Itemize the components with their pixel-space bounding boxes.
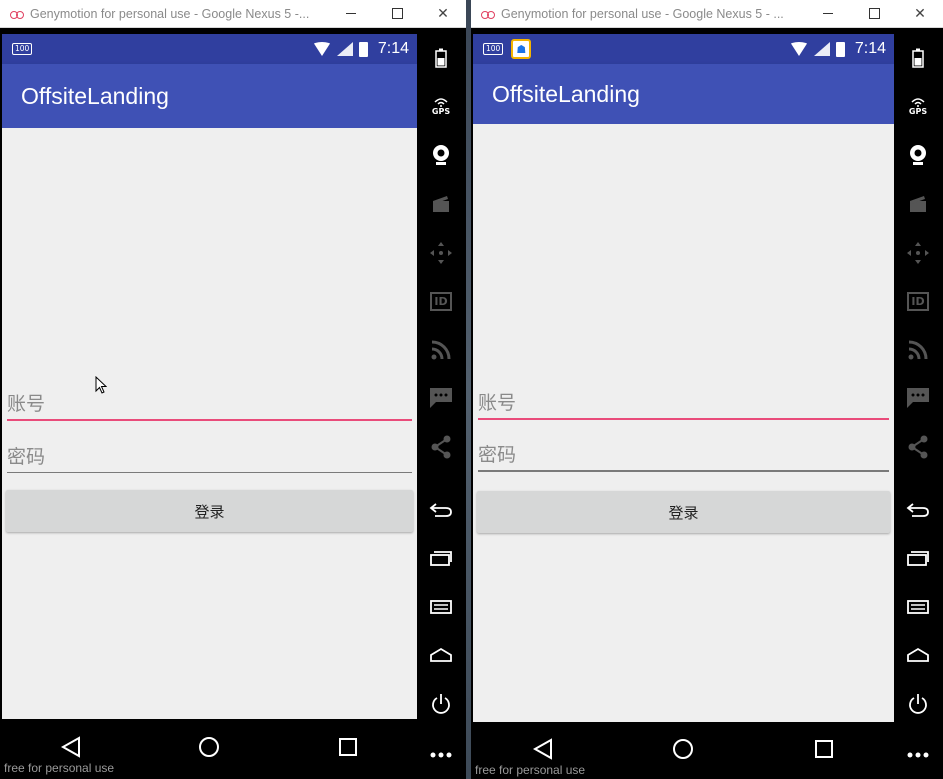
status-time: 7:14 — [854, 40, 886, 57]
home-icon[interactable] — [894, 631, 942, 680]
id-label: ID — [907, 291, 929, 311]
gps-icon[interactable]: GPS — [894, 83, 942, 132]
app-notification-icon: ☗ — [511, 39, 532, 59]
power-icon[interactable] — [894, 680, 942, 729]
battery-percent-badge: 100 — [483, 43, 504, 55]
password-field — [478, 432, 889, 472]
nav-back-icon[interactable] — [532, 737, 554, 765]
close-button[interactable]: ✕ — [420, 0, 466, 28]
password-input[interactable] — [7, 433, 412, 472]
login-content: 登录 — [473, 124, 894, 722]
phone-screen: 100 ☗ 7:14 OffsiteLanding 登录 — [473, 34, 894, 779]
signal-icon — [336, 42, 353, 56]
gps-label: GPS — [431, 106, 451, 116]
genymotion-logo-icon — [10, 9, 24, 19]
battery-tool-icon[interactable] — [417, 34, 465, 83]
maximize-button[interactable] — [374, 0, 420, 28]
screencast-icon[interactable] — [417, 180, 465, 229]
battery-icon — [835, 41, 845, 57]
nav-back-icon[interactable] — [60, 735, 82, 763]
wifi-icon — [789, 42, 808, 56]
window-title: Genymotion for personal use - Google Nex… — [30, 6, 310, 21]
back-icon[interactable] — [417, 485, 465, 534]
sms-icon[interactable] — [894, 374, 942, 423]
login-button[interactable]: 登录 — [477, 491, 890, 533]
back-icon[interactable] — [894, 485, 942, 534]
window-title: Genymotion for personal use - Google Nex… — [501, 6, 784, 21]
menu-icon[interactable] — [894, 583, 942, 632]
app-title: OffsiteLanding — [492, 80, 640, 107]
account-input[interactable] — [478, 380, 889, 418]
maximize-button[interactable] — [851, 0, 897, 28]
close-button[interactable]: ✕ — [897, 0, 943, 28]
account-input[interactable] — [7, 381, 412, 419]
recent-apps-icon[interactable] — [417, 534, 465, 583]
app-bar: OffsiteLanding — [2, 64, 417, 128]
battery-tool-icon[interactable] — [894, 34, 942, 83]
account-field — [478, 380, 889, 420]
watermark-text: free for personal use — [475, 763, 586, 777]
wifi-icon — [312, 42, 331, 56]
move-icon[interactable] — [894, 228, 942, 277]
account-field — [7, 381, 412, 421]
watermark-text: free for personal use — [4, 761, 115, 775]
rss-icon[interactable] — [417, 326, 465, 375]
id-label: ID — [430, 291, 452, 311]
menu-icon[interactable] — [417, 583, 465, 632]
password-field — [7, 433, 412, 473]
move-icon[interactable] — [417, 228, 465, 277]
login-content: 登录 — [2, 128, 417, 719]
gps-icon[interactable]: GPS — [417, 83, 465, 132]
nav-home-icon[interactable] — [197, 735, 221, 763]
minimize-button[interactable] — [805, 0, 851, 28]
status-time: 7:14 — [377, 40, 409, 57]
share-icon[interactable] — [417, 423, 465, 472]
nav-recents-icon[interactable] — [337, 736, 359, 762]
window-titlebar[interactable]: Genymotion for personal use - Google Nex… — [0, 0, 466, 28]
battery-percent-badge: 100 — [12, 43, 33, 55]
screencast-icon[interactable] — [894, 180, 942, 229]
power-icon[interactable] — [417, 680, 465, 729]
webcam-icon[interactable] — [894, 131, 942, 180]
emulator-sidebar: GPS ID — [894, 34, 942, 779]
emulator-window-left: Genymotion for personal use - Google Nex… — [0, 0, 466, 779]
rss-icon[interactable] — [894, 326, 942, 375]
more-icon[interactable] — [417, 730, 465, 779]
more-icon[interactable] — [894, 730, 942, 779]
home-icon[interactable] — [417, 631, 465, 680]
app-title: OffsiteLanding — [21, 82, 169, 109]
recent-apps-icon[interactable] — [894, 534, 942, 583]
window-titlebar[interactable]: Genymotion for personal use - Google Nex… — [471, 0, 943, 28]
login-button[interactable]: 登录 — [6, 490, 413, 532]
nav-home-icon[interactable] — [671, 737, 695, 765]
device-id-icon[interactable]: ID — [894, 277, 942, 326]
password-input[interactable] — [478, 432, 889, 470]
nav-recents-icon[interactable] — [813, 738, 835, 764]
webcam-icon[interactable] — [417, 131, 465, 180]
emulator-sidebar: GPS ID — [417, 34, 465, 779]
sms-icon[interactable] — [417, 374, 465, 423]
signal-icon — [813, 42, 830, 56]
app-bar: OffsiteLanding — [473, 64, 894, 124]
share-icon[interactable] — [894, 423, 942, 472]
battery-icon — [358, 41, 368, 57]
genymotion-logo-icon — [481, 9, 495, 19]
emulator-window-right: Genymotion for personal use - Google Nex… — [471, 0, 943, 779]
status-bar: 100 7:14 — [2, 34, 417, 64]
mouse-cursor-icon — [95, 376, 107, 394]
gps-label: GPS — [908, 106, 928, 116]
device-id-icon[interactable]: ID — [417, 277, 465, 326]
minimize-button[interactable] — [328, 0, 374, 28]
status-bar: 100 ☗ 7:14 — [473, 34, 894, 64]
phone-screen: 100 7:14 OffsiteLanding 登录 — [2, 34, 417, 779]
